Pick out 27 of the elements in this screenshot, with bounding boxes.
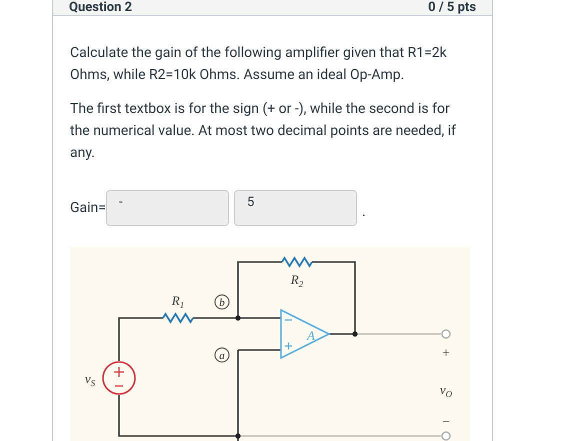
sign-input[interactable]: - xyxy=(106,190,229,226)
trailing-period: . xyxy=(362,202,366,222)
junction-dot xyxy=(235,433,241,439)
junction-dot xyxy=(352,331,358,337)
question-text: Calculate the gain of the following amplifier given that R1=2k Ohms, while R2=10k Ohms. Assume an ideal Op-Amp. xyxy=(70,44,448,85)
circuit-label: R$_{1}$ xyxy=(172,293,184,310)
junction-dot xyxy=(235,315,241,321)
terminal-icon xyxy=(441,329,451,339)
node-label: a xyxy=(214,348,230,362)
value-input[interactable]: 5 xyxy=(234,190,357,226)
circuit-label: v$_{O}$ xyxy=(440,382,452,399)
question-title: Question 2 xyxy=(69,0,132,15)
circuit-label: v$_{S}$ xyxy=(84,371,96,388)
gain-label: Gain= xyxy=(70,198,106,218)
node-label: b xyxy=(214,294,230,310)
circuit-label: R$_{2}$ xyxy=(290,272,304,289)
resistor-icon xyxy=(281,256,313,268)
terminal-icon xyxy=(441,431,451,441)
op-amp-icon xyxy=(280,308,331,360)
voltage-source-icon xyxy=(102,361,136,395)
circuit-label: − xyxy=(442,414,450,429)
wire xyxy=(118,317,163,361)
points-text: 0 / 5 pts xyxy=(428,0,476,15)
circuit-label: + xyxy=(442,345,450,360)
circuit-label: A xyxy=(307,328,315,343)
question-text: The first textbox is for the sign (+ or -), while the second is for the numerical value. At most two decimal points are needed, if any. xyxy=(70,100,457,163)
resistor-icon xyxy=(162,312,194,324)
